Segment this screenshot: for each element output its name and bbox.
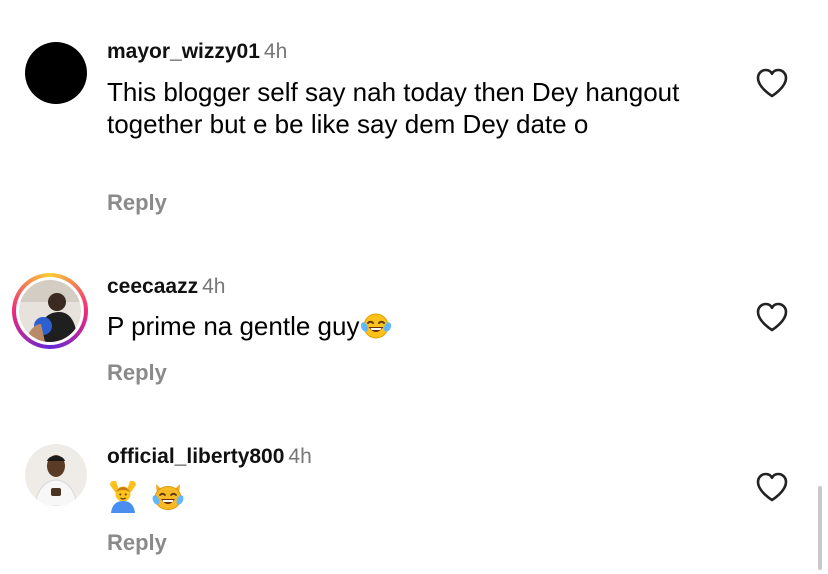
scrollbar[interactable]: [818, 486, 822, 570]
heart-outline-icon[interactable]: [755, 67, 789, 99]
heart-outline-icon[interactable]: [755, 471, 789, 503]
timestamp: 4h: [263, 40, 288, 63]
reply-button[interactable]: Reply: [107, 530, 167, 556]
avatar[interactable]: [12, 273, 88, 349]
avatar[interactable]: [25, 444, 87, 506]
comment-text: P prime na gentle guy: [107, 311, 360, 341]
comment-header: official_liberty800 4h: [107, 444, 312, 470]
timestamp: 4h: [288, 445, 312, 468]
heart-outline-icon[interactable]: [755, 301, 789, 333]
comment-text: This blogger self say nah today then Dey…: [107, 77, 680, 139]
comment-emoji-row: [107, 478, 707, 514]
timestamp: 4h: [202, 275, 226, 298]
person-gesturing-ok-icon: [110, 480, 136, 514]
comment-header: ceecaazz 4h: [107, 274, 225, 300]
reply-button[interactable]: Reply: [107, 360, 167, 386]
avatar[interactable]: [25, 42, 87, 104]
reply-button[interactable]: Reply: [107, 190, 167, 216]
cat-with-tears-of-joy-icon: [152, 484, 184, 511]
username[interactable]: ceecaazz: [107, 275, 198, 298]
comments-list: mayor_wizzy01 4h This blogger self say na…: [0, 0, 828, 574]
comment-header: mayor_wizzy01 4h: [107, 39, 287, 65]
username[interactable]: official_liberty800: [107, 445, 284, 468]
avatar-photo: [19, 280, 81, 342]
comment-text-row: P prime na gentle guy: [107, 310, 707, 342]
face-with-tears-of-joy-icon: [361, 313, 392, 339]
username[interactable]: mayor_wizzy01: [107, 40, 260, 63]
